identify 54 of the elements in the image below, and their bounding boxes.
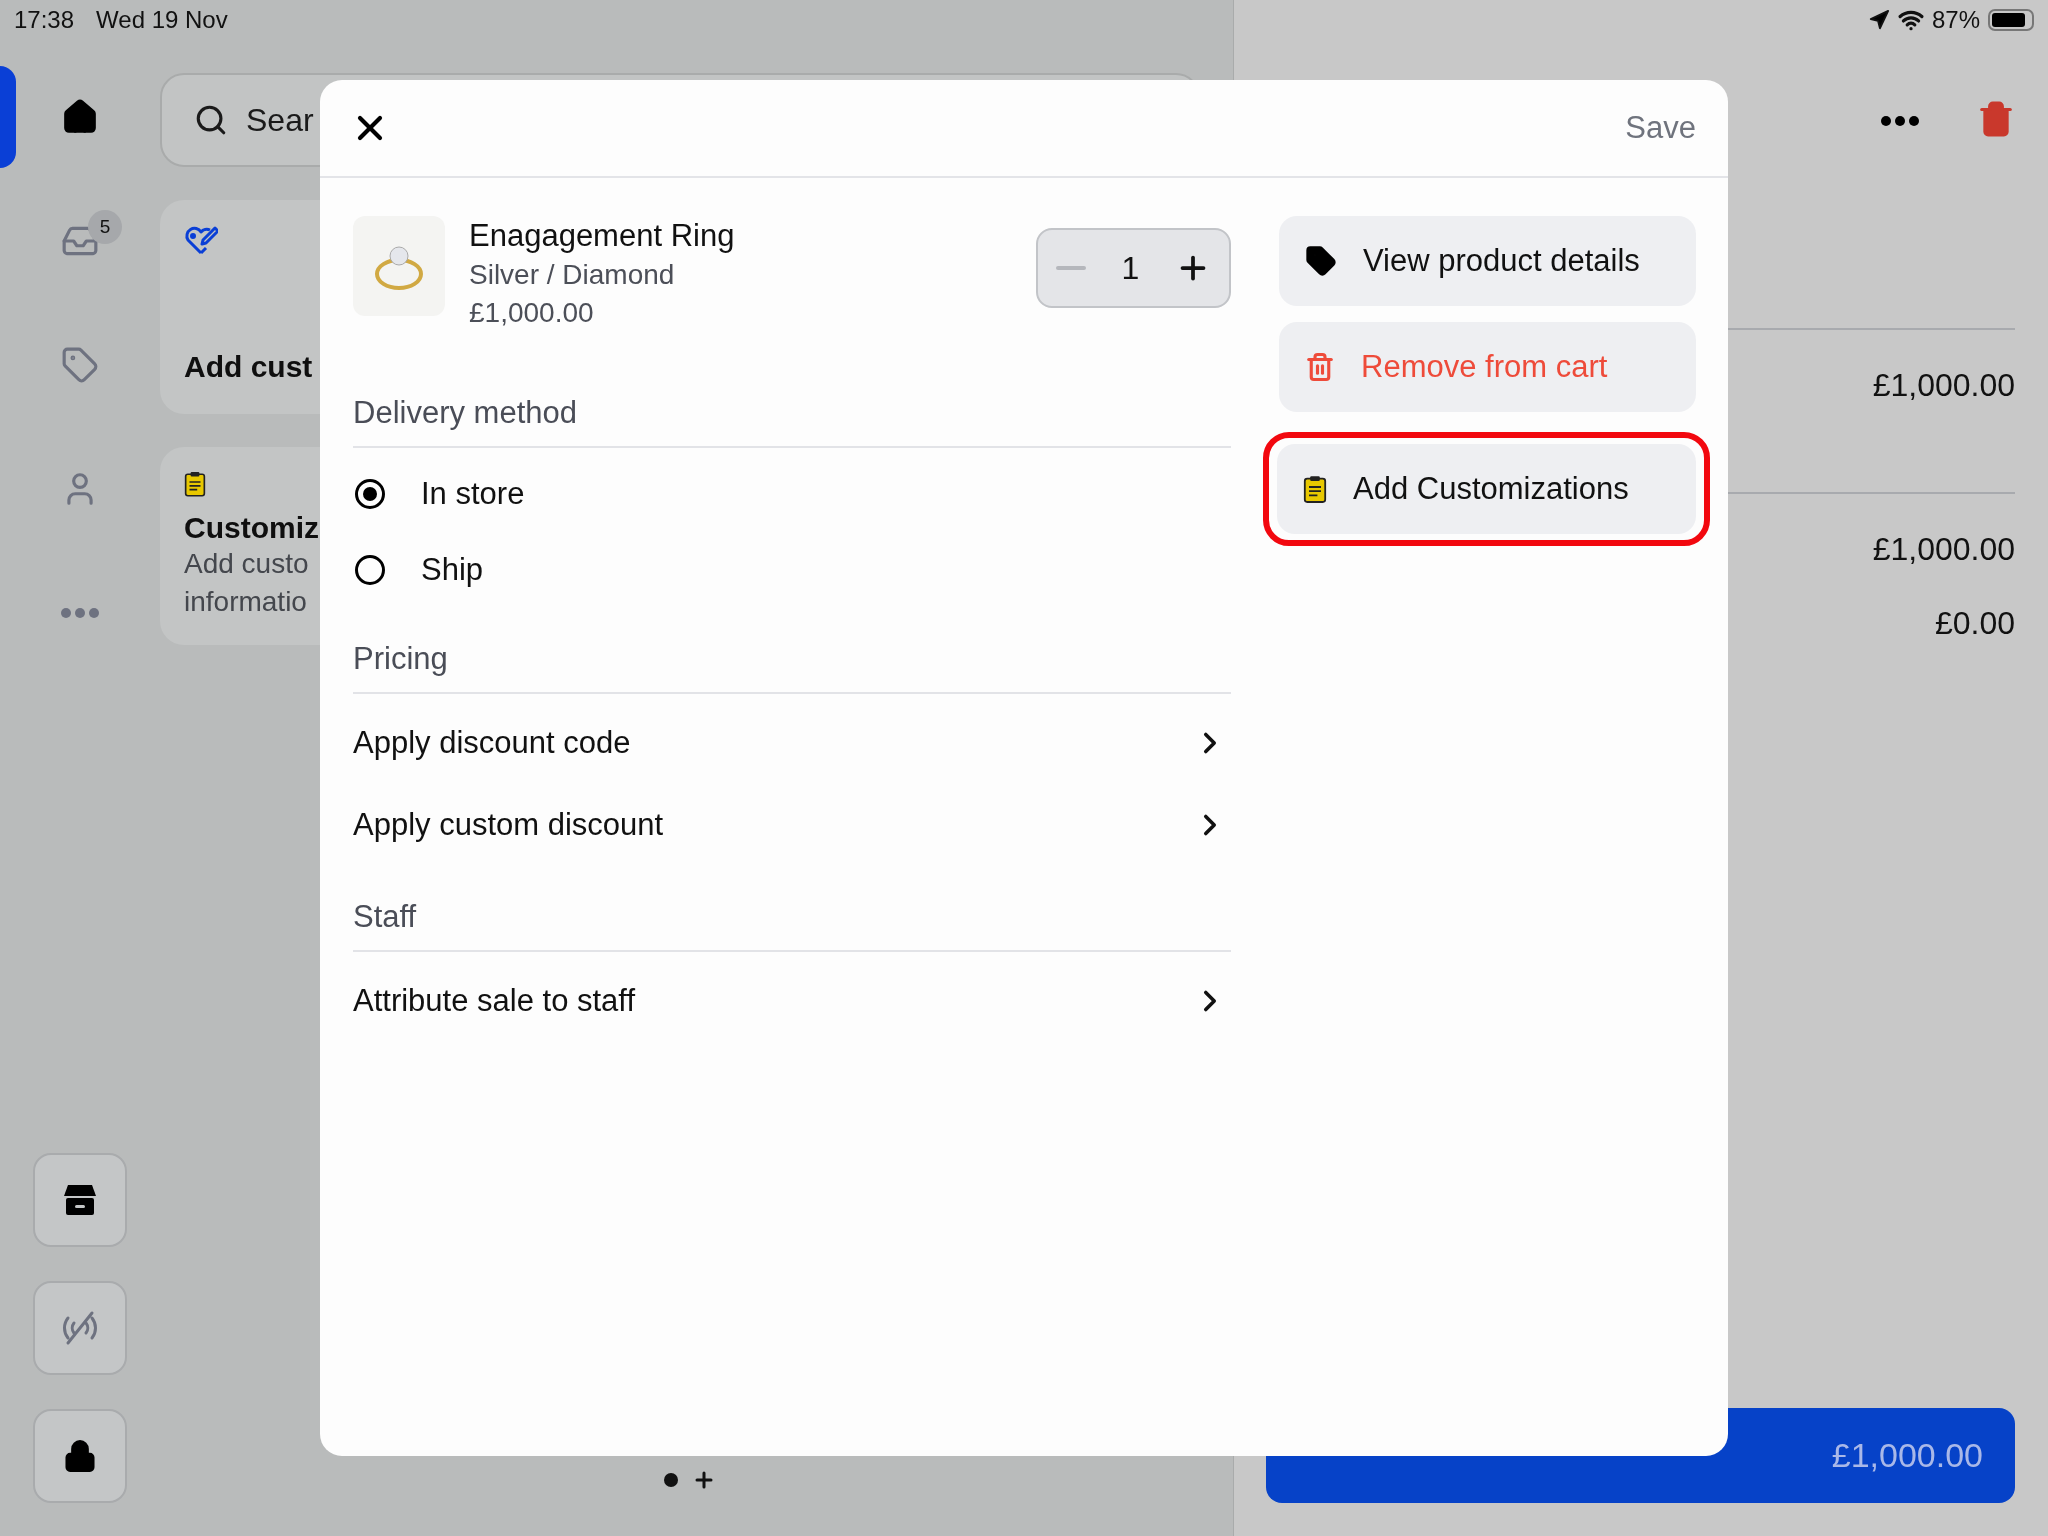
signal-off-button[interactable] [33, 1281, 127, 1375]
product-variant: Silver / Diamond [469, 258, 676, 292]
more-icon [1881, 116, 1919, 126]
product-price: £1,000.00 [469, 296, 595, 330]
cart-amount: £1,000.00 [1872, 530, 2015, 568]
status-date: Wed 19 Nov [96, 6, 228, 34]
radio-button[interactable] [355, 555, 385, 585]
clipboard-icon [184, 471, 206, 498]
trash-icon [1305, 352, 1335, 382]
lock-icon [63, 1439, 97, 1473]
cart-amount: £1,000.00 [1872, 366, 2015, 404]
search-icon [194, 103, 228, 137]
quantity-value: 1 [1121, 249, 1140, 287]
card-description: informatio [184, 585, 307, 620]
home-icon [61, 98, 99, 136]
location-icon [1867, 9, 1890, 31]
cart-amount: £0.00 [1934, 604, 2015, 642]
radio-label: Ship [421, 552, 484, 588]
menu-label: Apply custom discount [353, 807, 664, 843]
store-icon [63, 1184, 97, 1216]
action-button[interactable]: Add Customizations [1277, 444, 1696, 534]
save-button[interactable]: Save [1625, 110, 1696, 146]
sidebar-item[interactable]: 5 [0, 194, 160, 288]
radio-label: In store [421, 476, 525, 512]
battery-percent: 87% [1931, 6, 1980, 34]
more-icon [61, 608, 99, 618]
card-title: Add cust [184, 350, 313, 384]
checkout-total: £1,000.00 [1831, 1436, 1983, 1475]
tag-icon [1305, 245, 1337, 277]
minus-icon [1055, 266, 1086, 270]
section-heading: Delivery method [353, 380, 1231, 448]
product-name: Enagagement Ring [469, 217, 736, 255]
status-time: 17:38 [14, 6, 75, 34]
count-badge: 5 [88, 210, 122, 244]
signal-off-icon [60, 1310, 100, 1346]
menu-label: Attribute sale to staff [353, 983, 636, 1019]
action-button[interactable]: View product details [1279, 216, 1696, 306]
lock-button[interactable] [33, 1409, 127, 1503]
heart-pen-icon [184, 224, 218, 256]
card-description: Add custo [184, 547, 309, 582]
menu-row[interactable]: Apply custom discount [353, 784, 1231, 866]
menu-row[interactable]: Apply discount code [353, 702, 1231, 784]
page-dot[interactable] [664, 1473, 678, 1487]
menu-row[interactable]: Attribute sale to staff [353, 960, 1231, 1042]
search-placeholder: Sear [246, 101, 314, 139]
clipboard-icon [1303, 474, 1327, 504]
radio-button[interactable] [355, 479, 385, 509]
tag-icon [61, 346, 99, 384]
section-heading: Pricing [353, 626, 1231, 694]
store-button[interactable] [33, 1153, 127, 1247]
menu-label: Apply discount code [353, 725, 631, 761]
section-heading: Staff [353, 884, 1231, 952]
card-title: Customiz [184, 511, 319, 546]
trash-icon[interactable] [1977, 100, 2015, 138]
